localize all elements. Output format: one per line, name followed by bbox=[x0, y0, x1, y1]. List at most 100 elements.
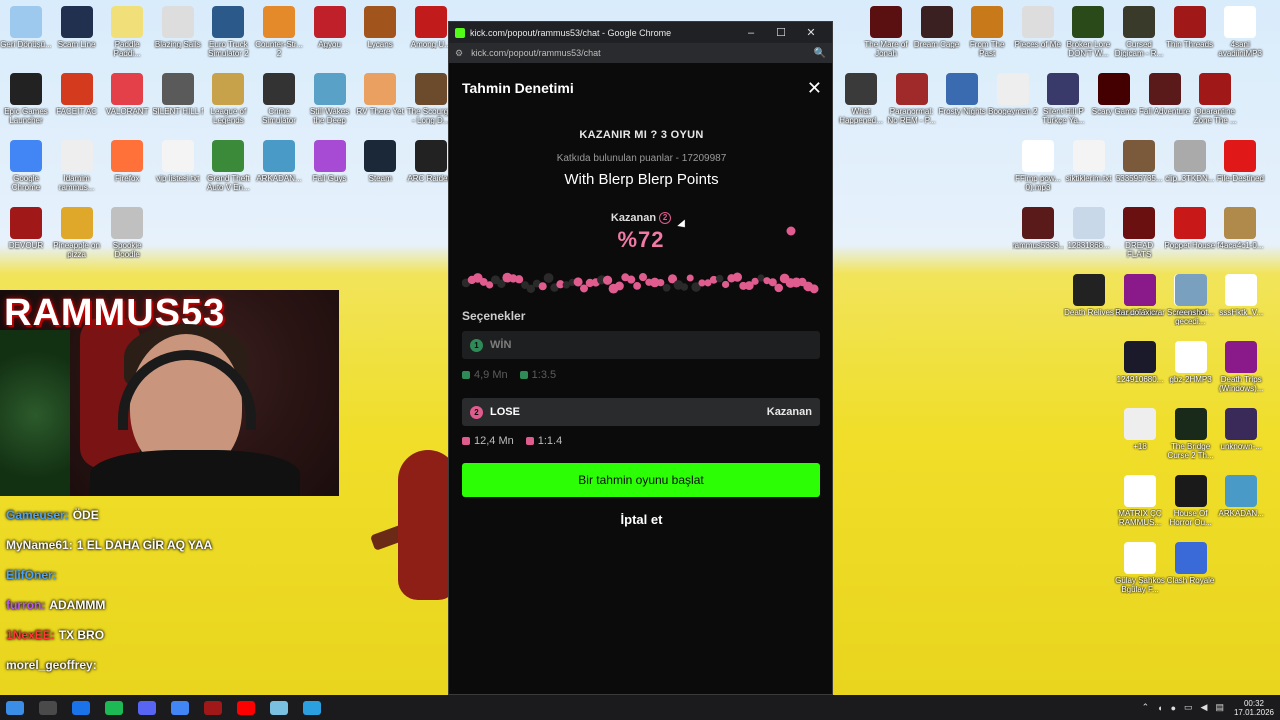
desktop-icon[interactable]: League of Legends bbox=[202, 73, 254, 125]
desktop-icon[interactable]: 124910680... bbox=[1114, 341, 1166, 384]
app-icon bbox=[1124, 341, 1156, 373]
desktop-icon[interactable]: Counter-Str... 2 bbox=[253, 6, 305, 58]
app-icon[interactable] bbox=[204, 700, 222, 715]
maximize-button[interactable]: ☐ bbox=[766, 26, 796, 39]
desktop-icon[interactable]: vip listesi.txt bbox=[152, 140, 204, 183]
chat-text: 1 EL DAHA GİR AQ YAA bbox=[76, 538, 213, 552]
zoom-icon[interactable]: 🔍 bbox=[814, 48, 826, 59]
desktop-icon[interactable]: Dream Cage bbox=[911, 6, 963, 49]
desktop-icon[interactable]: gbz-2HMP3 bbox=[1165, 341, 1217, 384]
desktop-icon[interactable]: Lycans bbox=[354, 6, 406, 49]
desktop-icon[interactable]: clip_3TKDN... bbox=[1164, 140, 1216, 183]
desktop-icon[interactable]: Grand Theft Auto V En... bbox=[202, 140, 254, 192]
mic-icon[interactable]: ● bbox=[1171, 703, 1176, 713]
desktop-icon[interactable]: RV There Yet bbox=[354, 73, 406, 116]
desktop-icon[interactable]: The Mare of Jonah bbox=[860, 6, 912, 58]
desktop-icon[interactable]: Geri Dönüşü... bbox=[0, 6, 52, 49]
desktop-icon[interactable]: SILENT HILL f bbox=[152, 73, 204, 116]
headset-icon[interactable]: ◖ bbox=[1157, 703, 1162, 713]
address-bar[interactable]: ⚙ kick.com/popout/rammus53/chat 🔍 bbox=[449, 43, 832, 63]
desktop-icon[interactable]: siktiklerim.txt bbox=[1063, 140, 1115, 183]
desktop-icon[interactable]: What Happened... bbox=[835, 73, 887, 125]
window-titlebar[interactable]: kick.com/popout/rammus53/chat - Google C… bbox=[449, 22, 832, 43]
desktop-icon[interactable]: Pineapple on pizza bbox=[51, 207, 103, 259]
cancel-button[interactable]: İptal et bbox=[449, 512, 834, 527]
close-window-button[interactable]: ✕ bbox=[796, 26, 826, 39]
site-info-icon[interactable]: ⚙ bbox=[455, 48, 463, 59]
desktop-icon[interactable]: Euro Truck Simulator 2 bbox=[202, 6, 254, 58]
desktop-icon[interactable]: Paranormal: No REM - P... bbox=[886, 73, 938, 125]
desktop-icon[interactable]: Spookie Doodle bbox=[101, 207, 153, 259]
network-icon[interactable]: ▭ bbox=[1184, 702, 1193, 713]
desktop-icon[interactable]: Poppet House bbox=[1164, 207, 1216, 250]
minimize-button[interactable]: – bbox=[736, 27, 766, 39]
desktop-icon[interactable]: File-Destined bbox=[1214, 140, 1266, 183]
desktop-icon[interactable]: İdamim rammus... bbox=[51, 140, 103, 192]
desktop-icon[interactable]: Firefox bbox=[101, 140, 153, 183]
desktop-icon[interactable]: Fall Guys bbox=[304, 140, 356, 183]
desktop-icon[interactable]: f4aca4c1-0... bbox=[1214, 207, 1266, 250]
desktop-icon[interactable]: Frosty Nights bbox=[936, 73, 988, 116]
youtube-icon[interactable] bbox=[237, 700, 255, 715]
app-icon[interactable] bbox=[303, 700, 321, 715]
desktop-icon[interactable]: Blazing Sails bbox=[152, 6, 204, 49]
desktop-icon[interactable]: House Of Horror Ou... bbox=[1165, 475, 1217, 527]
desktop-icon[interactable]: Scary Game bbox=[1088, 73, 1140, 116]
desktop-icon[interactable]: VALORANT bbox=[101, 73, 153, 116]
desktop-icon[interactable]: Quarantine Zone The ... bbox=[1189, 73, 1241, 125]
desktop-icon[interactable]: Google Chrome bbox=[0, 140, 52, 192]
desktop-icon[interactable]: 4sani avadiiniMP3 bbox=[1214, 6, 1266, 58]
desktop-icon[interactable]: Thin Threads bbox=[1164, 6, 1216, 49]
chrome-icon[interactable] bbox=[171, 700, 189, 715]
desktop-icon[interactable]: Paddle Paddi... bbox=[101, 6, 153, 58]
desktop-icon[interactable]: Still Wakes the Deep bbox=[304, 73, 356, 125]
desktop-icon[interactable]: ARKADAN... bbox=[1215, 475, 1267, 518]
desktop-icon[interactable]: Cursed Digicam - R... bbox=[1113, 6, 1165, 58]
desktop-icon[interactable]: +18 bbox=[1114, 408, 1166, 451]
app-icon[interactable] bbox=[270, 700, 288, 715]
desktop-icon[interactable]: sssHktk_V... bbox=[1215, 274, 1267, 317]
desktop-icon[interactable]: Scam Line bbox=[51, 6, 103, 49]
desktop-icon[interactable]: unknown-... bbox=[1215, 408, 1267, 451]
desktop-icon[interactable]: Pieces of Me bbox=[1012, 6, 1064, 49]
desktop-icon[interactable]: From The Past bbox=[961, 6, 1013, 58]
volume-icon[interactable]: ◀ bbox=[1201, 702, 1208, 713]
desktop-icon[interactable]: Rar dolaxicrar bbox=[1114, 274, 1166, 317]
desktop-icon[interactable]: rammus5333... bbox=[1012, 207, 1064, 250]
language-icon[interactable]: ▤ bbox=[1215, 702, 1224, 713]
option-lose[interactable]: 2 LOSE Kazanan bbox=[462, 398, 820, 426]
spotify-icon[interactable] bbox=[105, 700, 123, 715]
desktop-icon[interactable]: Epic Games Launcher bbox=[0, 73, 52, 125]
desktop-icon[interactable]: 533595735... bbox=[1113, 140, 1165, 183]
desktop-icon[interactable]: MATRIX ÇÇ RAMMUS... bbox=[1114, 475, 1166, 527]
desktop-icon[interactable]: Boogeyman 2 bbox=[987, 73, 1039, 116]
desktop-icon[interactable]: FFimp pow... 0).mp3 bbox=[1012, 140, 1064, 192]
desktop-icon[interactable]: ARKADAN... bbox=[253, 140, 305, 183]
taskview-icon[interactable] bbox=[39, 700, 57, 715]
close-icon[interactable]: ✕ bbox=[807, 79, 822, 97]
discord-icon[interactable] bbox=[138, 700, 156, 715]
desktop-icon[interactable]: Broken Lore DON'T W... bbox=[1062, 6, 1114, 58]
desktop-icon[interactable]: Gülay Şahkos Bgülay F... bbox=[1114, 542, 1166, 594]
desktop-icon[interactable]: Screenshot... bbox=[1165, 274, 1217, 317]
desktop-icon[interactable]: Agyou bbox=[304, 6, 356, 49]
app-icon[interactable] bbox=[72, 700, 90, 715]
desktop-icon[interactable]: Death Relives bbox=[1063, 274, 1115, 317]
clock[interactable]: 00:32 17.01.2026 bbox=[1234, 699, 1274, 717]
chevron-up-icon[interactable]: ⌃ bbox=[1142, 702, 1150, 713]
desktop-icon[interactable]: Death Trips (Windows)... bbox=[1215, 341, 1267, 393]
start-icon[interactable] bbox=[6, 700, 24, 715]
url-text[interactable]: kick.com/popout/rammus53/chat bbox=[471, 48, 813, 58]
desktop-icon[interactable]: Silent Hill P Türkçe Ya... bbox=[1037, 73, 1089, 125]
desktop-icon[interactable]: The Bridge Curse 2 Th... bbox=[1165, 408, 1217, 460]
start-prediction-button[interactable]: Bir tahmin oyunu başlat bbox=[462, 463, 820, 497]
desktop-icon[interactable]: 12831868... bbox=[1063, 207, 1115, 250]
desktop-icon[interactable]: DREAD FLATS bbox=[1113, 207, 1165, 259]
option-win[interactable]: 1 WİN bbox=[462, 331, 820, 359]
desktop-icon[interactable]: FACEIT AC bbox=[51, 73, 103, 116]
desktop-icon[interactable]: Steam bbox=[354, 140, 406, 183]
desktop-icon[interactable]: Clash Royale bbox=[1165, 542, 1217, 585]
desktop-icon[interactable]: DEVOUR bbox=[0, 207, 52, 250]
desktop-icon[interactable]: Crime Simulator bbox=[253, 73, 305, 125]
desktop-icon[interactable]: Fall Adventure bbox=[1139, 73, 1191, 116]
